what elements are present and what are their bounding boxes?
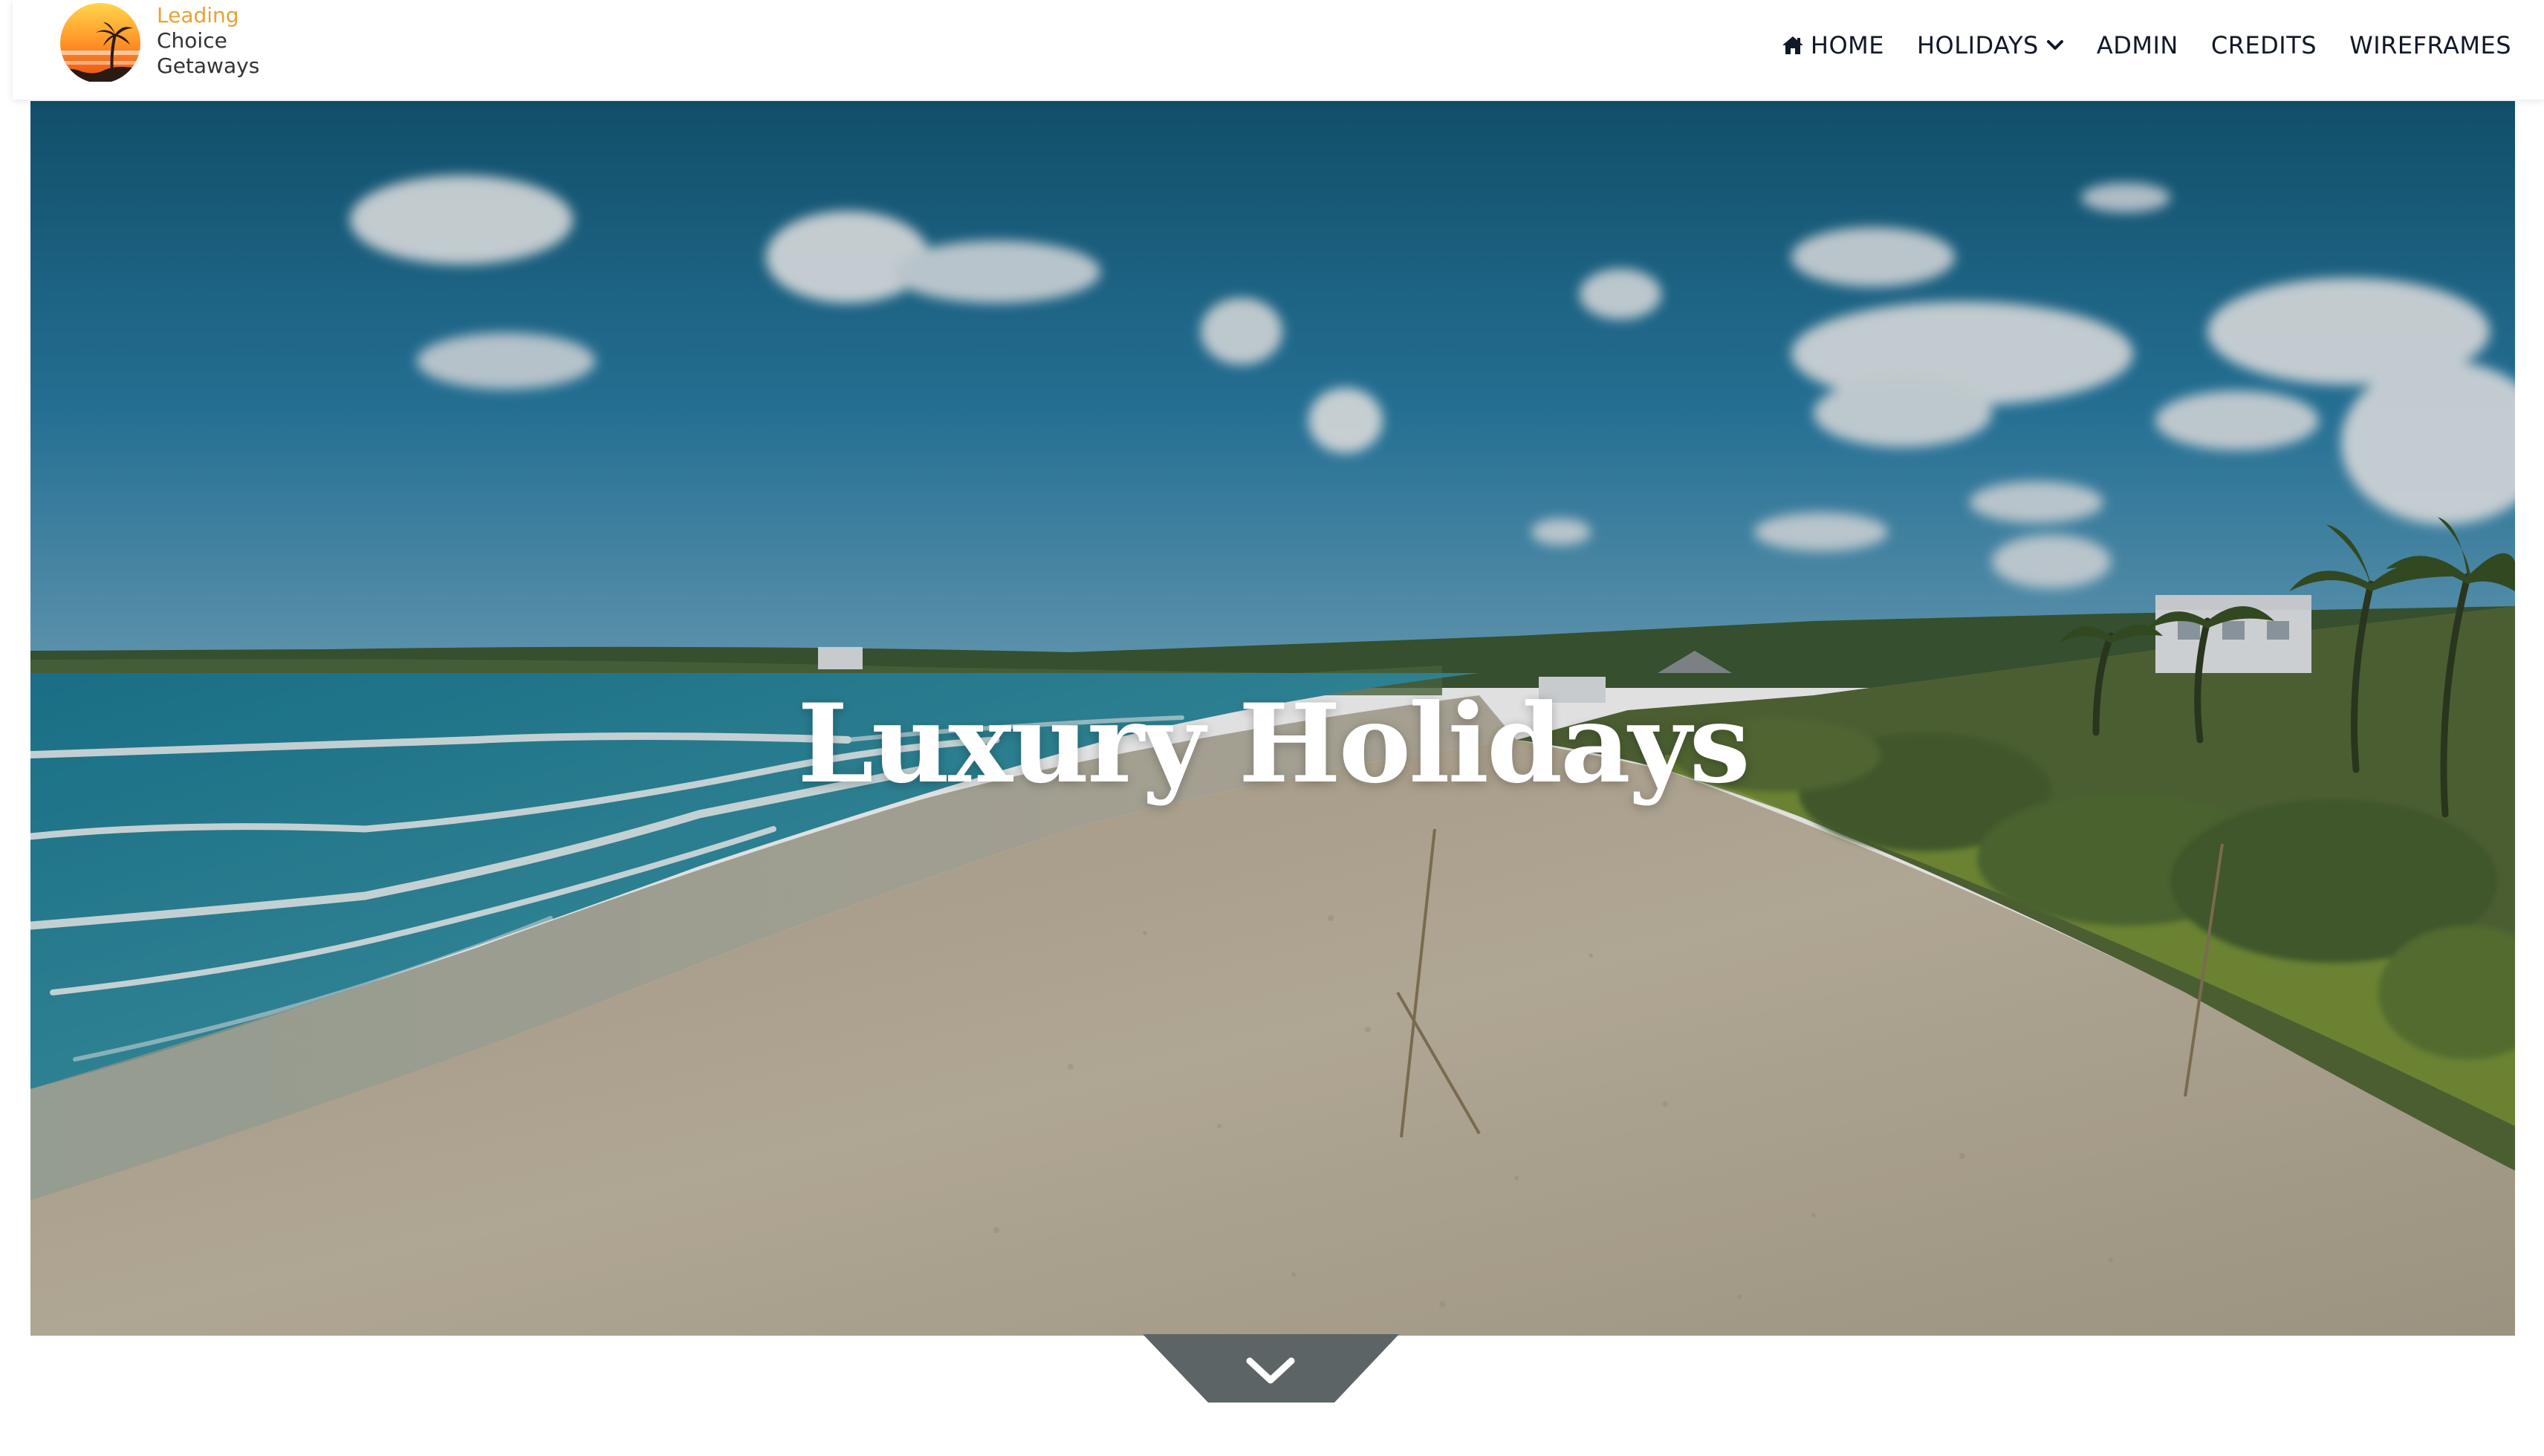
brand-name-line1: Leading (157, 3, 239, 27)
nav-item-label: HOLIDAYS (1916, 31, 2039, 59)
chevron-down-icon (1246, 1357, 1295, 1384)
sunset-palm-logo-icon (60, 3, 140, 82)
nav-item-home[interactable]: HOME (1781, 31, 1884, 59)
brand-name: Leading Choice Getaways (157, 3, 259, 79)
chevron-down-icon (2046, 40, 2063, 50)
hero-title: Luxury Holidays (797, 680, 1750, 807)
nav-item-label: ADMIN (2096, 31, 2178, 59)
brand-name-line2: Choice (157, 28, 227, 53)
brand-home-link[interactable]: Leading Choice Getaways (51, 1, 259, 82)
nav-item-label: HOME (1810, 31, 1884, 59)
nav-item-holidays-dropdown[interactable]: HOLIDAYS (1917, 31, 2064, 59)
home-icon (1782, 36, 1803, 54)
nav-item-label: CREDITS (2210, 31, 2317, 59)
nav-item-wireframes[interactable]: WIREFRAMES (2349, 31, 2511, 59)
scroll-down-button[interactable] (1143, 1334, 1399, 1404)
main-nav: HOME HOLIDAYS ADMIN CREDITS WIREFRAMES (1781, 31, 2511, 59)
nav-item-admin[interactable]: ADMIN (2097, 31, 2178, 59)
nav-item-credits[interactable]: CREDITS (2211, 31, 2317, 59)
hero-section: Luxury Holidays (30, 101, 2515, 1336)
top-navbar: Leading Choice Getaways HOME HOLIDAYS AD… (13, 0, 2544, 100)
nav-item-label: WIREFRAMES (2349, 31, 2511, 59)
brand-name-line3: Getaways (157, 53, 260, 78)
